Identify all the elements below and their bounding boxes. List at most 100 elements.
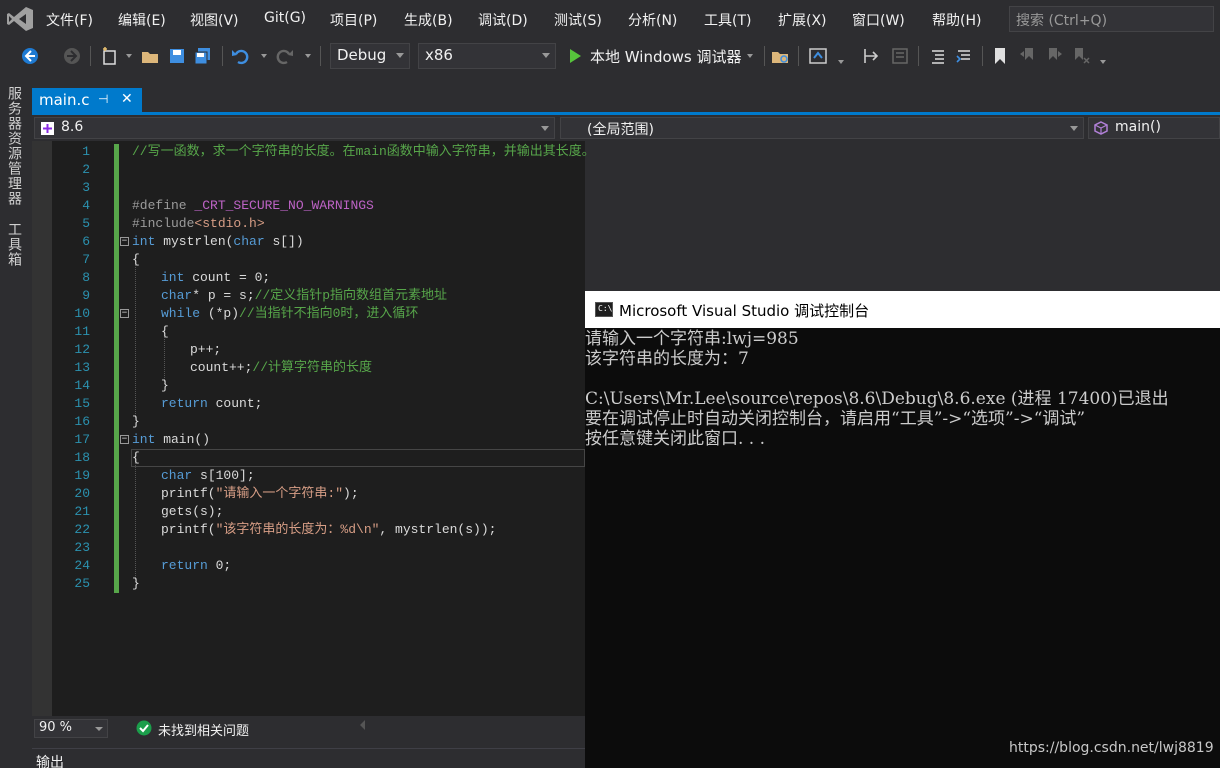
code-line: 24 return 0;: [74, 558, 232, 573]
play-icon: [570, 49, 581, 63]
console-line: 该字符串的长度为：7: [585, 349, 749, 369]
chevron-down-icon: [541, 126, 549, 131]
bookmark-icon[interactable]: [990, 46, 1010, 66]
code-line: 25}: [74, 576, 140, 591]
save-icon[interactable]: [167, 46, 187, 66]
code-line: 4 #define _CRT_SECURE_NO_WARNINGS: [82, 198, 374, 213]
project-dropdown[interactable]: 8.6: [34, 117, 555, 139]
code-line: 12 p++;: [74, 342, 222, 357]
menu-window[interactable]: 窗口(W): [852, 10, 905, 30]
tab-underline: [32, 112, 1220, 115]
project-value: 8.6: [61, 119, 84, 135]
chevron-down-icon: [396, 53, 404, 58]
check-circle-icon: [136, 720, 152, 736]
start-debugging-button[interactable]: 本地 Windows 调试器: [566, 44, 758, 68]
code-line: 5 #include<stdio.h>: [82, 216, 265, 231]
menu-file[interactable]: 文件(F): [46, 10, 93, 30]
code-line: 20 printf("请输入一个字符串:");: [74, 486, 359, 501]
scope-value: (全局范围): [587, 122, 654, 138]
console-title: Microsoft Visual Studio 调试控制台: [619, 302, 870, 320]
menu-tools[interactable]: 工具(T): [704, 10, 751, 30]
menu-test[interactable]: 测试(S): [554, 10, 602, 30]
code-line: 17 int main(): [74, 432, 211, 447]
menu-analyze[interactable]: 分析(N): [628, 10, 677, 30]
document-tabs: main.c ⊣ ✕: [32, 88, 1220, 114]
step-icon[interactable]: [862, 46, 882, 66]
redo-icon[interactable]: [275, 46, 295, 66]
menu-project[interactable]: 项目(P): [330, 10, 377, 30]
uncomment-lines-icon[interactable]: [954, 46, 974, 66]
toolbar: Debug x86 本地 Windows 调试器: [0, 38, 1220, 74]
zoom-value: 90 %: [39, 720, 73, 735]
search-input[interactable]: 搜索 (Ctrl+Q): [1009, 6, 1214, 32]
code-line: 16}: [74, 414, 140, 429]
code-line: 8 int count = 0;: [82, 270, 271, 285]
console-title-bar[interactable]: C:\ Microsoft Visual Studio 调试控制台: [585, 291, 1220, 328]
open-folder-icon[interactable]: [140, 46, 160, 66]
code-line: 2: [82, 162, 90, 177]
undo-icon[interactable]: [230, 46, 250, 66]
browse-folder-icon[interactable]: [770, 46, 790, 66]
menu-build[interactable]: 生成(B): [404, 10, 453, 30]
code-line: 18{: [74, 450, 140, 465]
project-icon: [41, 122, 54, 135]
chevron-down-icon: [95, 727, 103, 731]
forward-icon[interactable]: [62, 46, 82, 66]
editor-status-bar: 90 % 未找到相关问题: [32, 716, 585, 740]
configuration-value: Debug: [337, 46, 387, 64]
zoom-dropdown[interactable]: 90 %: [34, 719, 108, 738]
toolbox-tab[interactable]: 工具箱: [4, 222, 24, 267]
prev-bookmark-icon[interactable]: [1018, 46, 1038, 66]
scope-dropdown[interactable]: (全局范围): [560, 117, 1084, 139]
member-dropdown[interactable]: main(): [1088, 117, 1220, 139]
visual-studio-logo-icon: [7, 7, 33, 31]
new-project-icon[interactable]: [100, 46, 120, 66]
code-line: 7{: [82, 252, 140, 267]
menu-debug[interactable]: 调试(D): [478, 10, 528, 30]
member-value: main(): [1115, 119, 1161, 135]
code-line: 9 char* p = s;//定义指针p指向数组首元素地址: [82, 288, 448, 303]
comment-lines-icon[interactable]: [928, 46, 948, 66]
breakpoint-window-icon[interactable]: [890, 46, 910, 66]
console-line: 要在调试停止时自动关闭控制台，请启用“工具”->“选项”->“调试”: [585, 409, 1086, 429]
clear-bookmarks-icon[interactable]: [1070, 46, 1090, 66]
save-all-icon[interactable]: [193, 46, 213, 66]
menu-git[interactable]: Git(G): [264, 10, 306, 26]
configuration-dropdown[interactable]: Debug: [330, 43, 410, 69]
code-line: 11{: [74, 324, 169, 339]
code-line: 15 return count;: [74, 396, 263, 411]
output-title[interactable]: 输出: [36, 752, 64, 768]
code-line: 21 gets(s);: [74, 504, 224, 519]
menu-edit[interactable]: 编辑(E): [118, 10, 166, 30]
live-share-icon[interactable]: [808, 46, 828, 66]
next-bookmark-icon[interactable]: [1044, 46, 1064, 66]
console-line: C:\Users\Mr.Lee\source\repos\8.6\Debug\8…: [585, 389, 1169, 409]
issues-status[interactable]: 未找到相关问题: [158, 720, 249, 739]
debug-console-window[interactable]: C:\ Microsoft Visual Studio 调试控制台 请输入一个字…: [585, 291, 1220, 768]
code-editor[interactable]: − − − 1//写一函数，求一个字符串的长度。在main函数中输入字符串，并输…: [32, 141, 595, 716]
tab-label: main.c: [39, 91, 90, 109]
console-app-icon: C:\: [595, 302, 613, 317]
menu-help[interactable]: 帮助(H): [932, 10, 981, 30]
output-pane-header: 输出: [32, 748, 585, 768]
close-icon[interactable]: ✕: [121, 91, 133, 107]
run-label: 本地 Windows 调试器: [590, 48, 742, 66]
code-line: 10 while (*p)//当指针不指向0时，进入循环: [74, 306, 419, 321]
menu-view[interactable]: 视图(V): [190, 10, 239, 30]
pin-icon[interactable]: ⊣: [98, 92, 108, 106]
platform-dropdown[interactable]: x86: [418, 43, 556, 69]
platform-value: x86: [425, 46, 453, 64]
navigation-bar: 8.6 (全局范围) main(): [32, 116, 1220, 140]
code-line: 23: [74, 540, 90, 555]
menu-extensions[interactable]: 扩展(X): [778, 10, 827, 30]
code-line: 6 int mystrlen(char s[]): [82, 234, 304, 249]
watermark: https://blog.csdn.net/lwj8819: [1009, 740, 1214, 756]
console-line: 按任意键关闭此窗口. . .: [585, 429, 766, 449]
scroll-left-icon[interactable]: [360, 720, 365, 730]
back-icon[interactable]: [20, 46, 40, 66]
tab-main-c[interactable]: main.c ⊣ ✕: [32, 88, 142, 114]
server-explorer-tab[interactable]: 服务器资源管理器: [4, 86, 24, 206]
code-line: 3: [82, 180, 90, 195]
left-tool-strip: 服务器资源管理器 工具箱: [0, 74, 28, 768]
chevron-down-icon: [542, 53, 550, 58]
